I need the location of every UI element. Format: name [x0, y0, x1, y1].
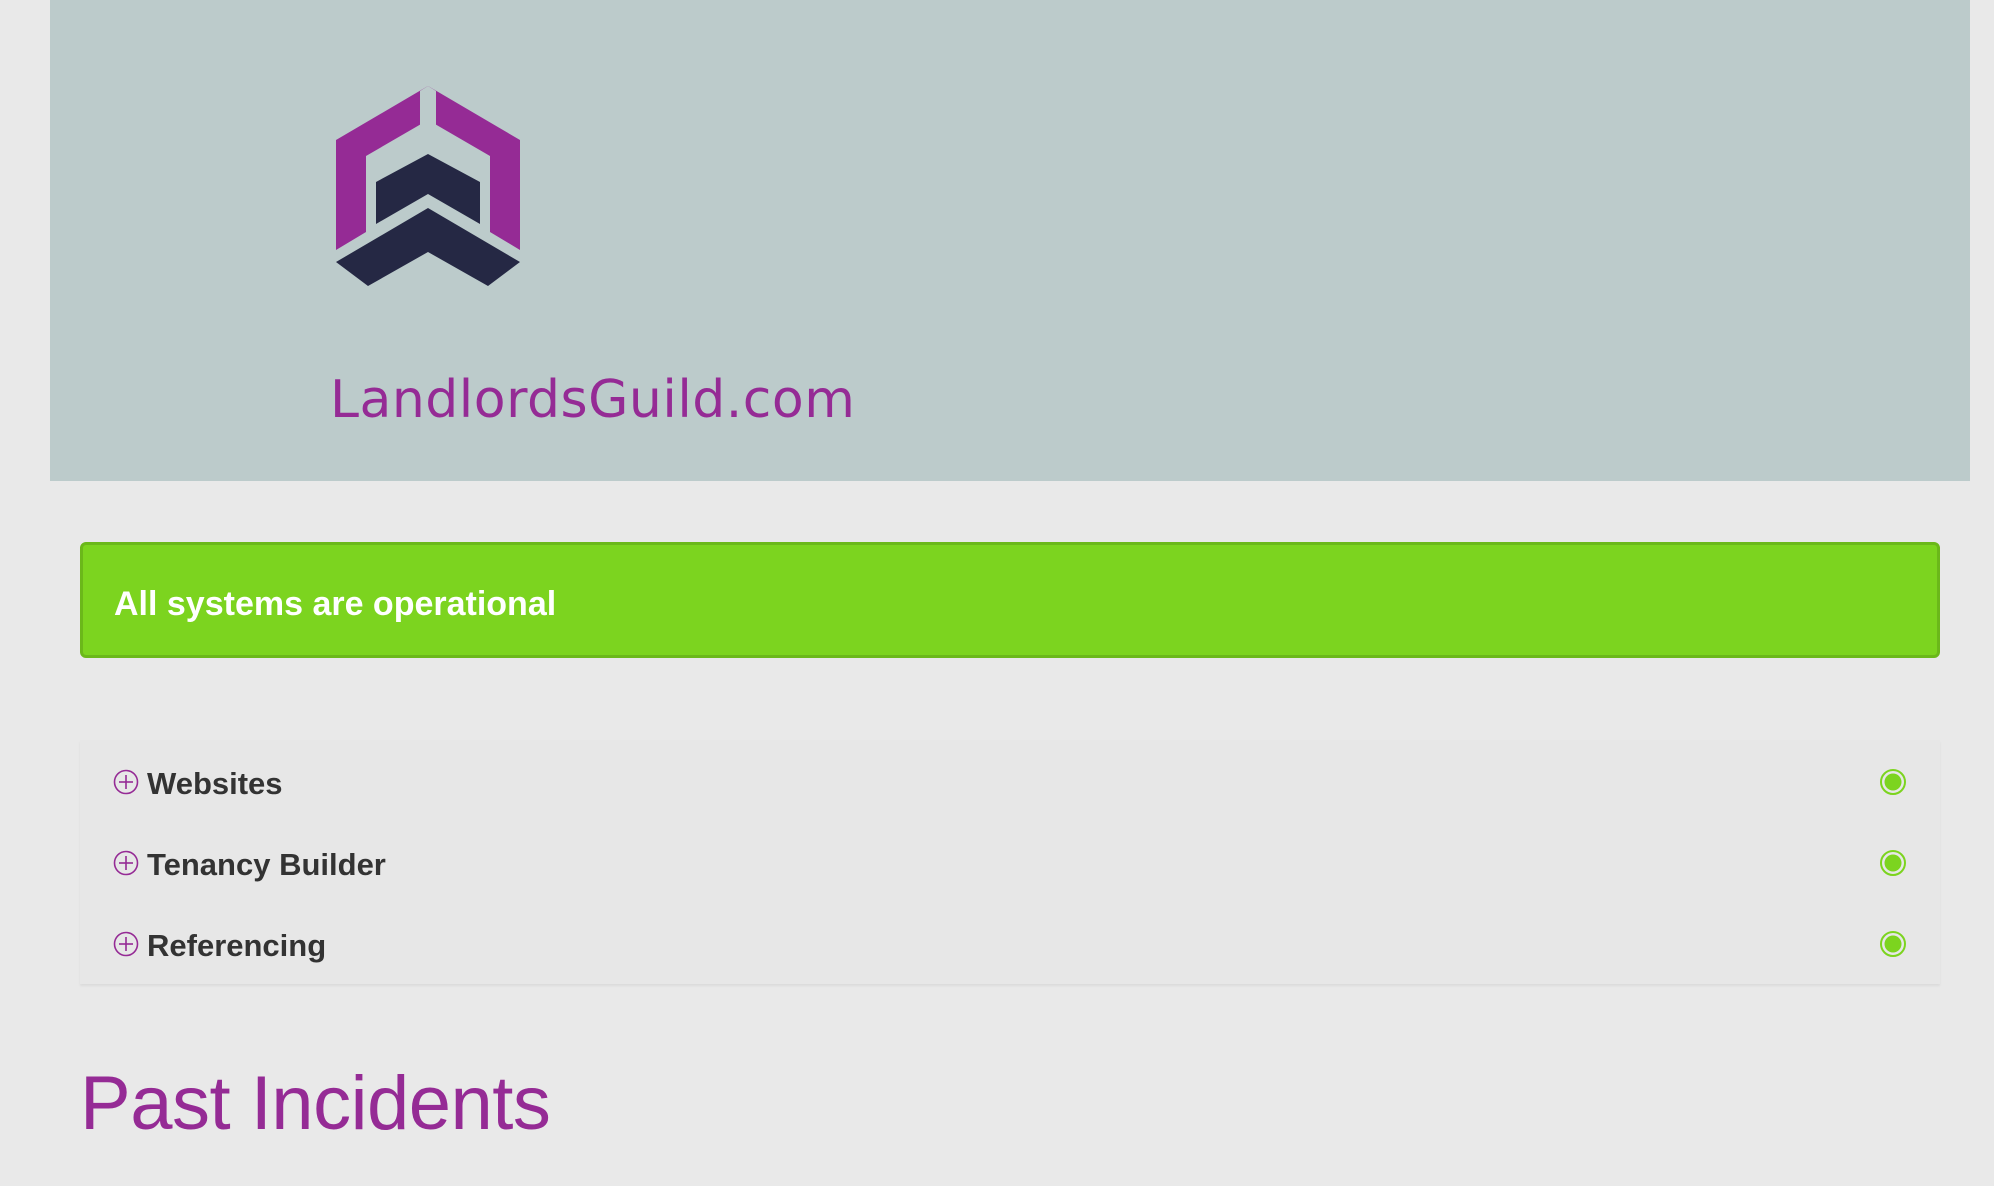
- component-list: Websites Tenancy Builder Referencing: [80, 740, 1940, 984]
- operational-dot-icon: [1880, 769, 1906, 795]
- site-logo[interactable]: LandlordsGuild.com: [188, 82, 855, 430]
- component-name: Websites: [147, 766, 283, 801]
- overall-status-text: All systems are operational: [114, 585, 557, 623]
- page-header: LandlordsGuild.com: [50, 0, 1970, 481]
- component-name: Tenancy Builder: [147, 847, 386, 882]
- plus-circle-icon[interactable]: [113, 769, 139, 795]
- house-chevron-logo-icon: [336, 86, 520, 286]
- component-row-tenancy-builder[interactable]: Tenancy Builder: [80, 833, 1940, 893]
- logo-text: LandlordsGuild.com: [330, 370, 856, 430]
- plus-circle-icon[interactable]: [113, 850, 139, 876]
- component-row-referencing[interactable]: Referencing: [80, 914, 1940, 974]
- operational-dot-icon: [1880, 850, 1906, 876]
- component-name: Referencing: [147, 928, 327, 963]
- overall-status-banner: All systems are operational: [80, 542, 1940, 658]
- past-incidents-heading: Past Incidents: [80, 1061, 551, 1146]
- component-row-websites[interactable]: Websites: [80, 752, 1940, 812]
- plus-circle-icon[interactable]: [113, 931, 139, 957]
- operational-dot-icon: [1880, 931, 1906, 957]
